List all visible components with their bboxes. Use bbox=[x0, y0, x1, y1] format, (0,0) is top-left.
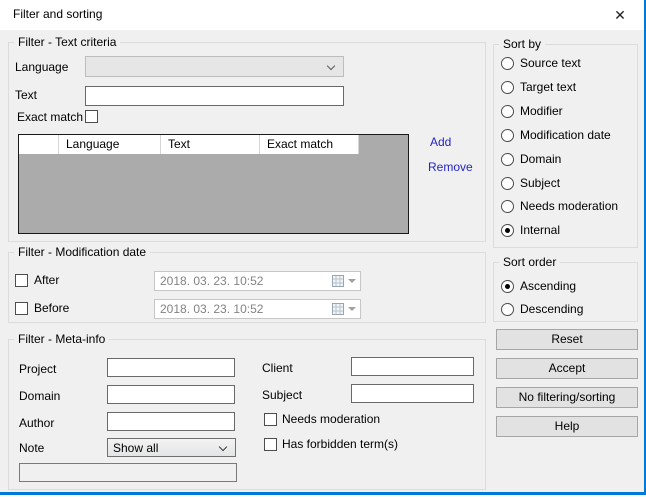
project-label: Project bbox=[19, 362, 56, 377]
radio-circle-icon[interactable] bbox=[501, 200, 514, 213]
dialog-filter-and-sorting: Filter and sorting ✕ Filter - Text crite… bbox=[0, 0, 646, 497]
radio-sort-by-modifier[interactable]: Modifier bbox=[501, 103, 563, 119]
before-date-picker[interactable]: 2018. 03. 23. 10:52 bbox=[154, 299, 361, 319]
after-checkbox[interactable] bbox=[15, 274, 28, 287]
radio-label: Modification date bbox=[520, 128, 611, 142]
radio-label: Needs moderation bbox=[520, 199, 618, 213]
before-label: Before bbox=[34, 301, 69, 316]
window-title: Filter and sorting bbox=[13, 7, 102, 21]
client-label: Client bbox=[262, 361, 293, 376]
radio-label: Descending bbox=[520, 302, 583, 316]
radio-sort-by-source-text[interactable]: Source text bbox=[501, 55, 581, 71]
radio-circle-icon[interactable] bbox=[501, 224, 514, 237]
radio-circle-icon[interactable] bbox=[501, 153, 514, 166]
group-text-criteria-legend: Filter - Text criteria bbox=[14, 35, 120, 50]
radio-circle-icon[interactable] bbox=[501, 177, 514, 190]
radio-sort-by-modification-date[interactable]: Modification date bbox=[501, 127, 611, 143]
radio-sort-by-internal[interactable]: Internal bbox=[501, 222, 560, 238]
radio-circle-icon[interactable] bbox=[501, 105, 514, 118]
after-date-value: 2018. 03. 23. 10:52 bbox=[160, 274, 263, 288]
accept-button[interactable]: Accept bbox=[496, 358, 638, 379]
radio-sort-order-descending[interactable]: Descending bbox=[501, 301, 583, 317]
column-header-language[interactable]: Language bbox=[59, 135, 161, 154]
note-select[interactable]: Show all bbox=[107, 438, 236, 457]
group-sort-order-legend: Sort order bbox=[499, 255, 560, 270]
note-label: Note bbox=[19, 441, 44, 456]
subject-input[interactable] bbox=[351, 384, 474, 403]
reset-button[interactable]: Reset bbox=[496, 329, 638, 350]
author-label: Author bbox=[19, 416, 54, 431]
radio-sort-by-needs-moderation[interactable]: Needs moderation bbox=[501, 198, 618, 214]
radio-sort-by-target-text[interactable]: Target text bbox=[501, 79, 576, 95]
after-date-picker[interactable]: 2018. 03. 23. 10:52 bbox=[154, 271, 361, 291]
radio-label: Ascending bbox=[520, 279, 576, 293]
group-meta-info: Filter - Meta-info Project Domain Author… bbox=[8, 339, 486, 490]
note-select-value: Show all bbox=[113, 441, 158, 455]
exact-match-label: Exact match bbox=[17, 110, 83, 125]
criteria-table[interactable]: LanguageTextExact match bbox=[18, 134, 409, 234]
language-label: Language bbox=[15, 60, 68, 75]
help-button[interactable]: Help bbox=[496, 416, 638, 437]
after-label: After bbox=[34, 273, 59, 288]
has-forbidden-terms-checkbox[interactable] bbox=[264, 438, 277, 451]
radio-label: Subject bbox=[520, 176, 560, 190]
group-modification-date-legend: Filter - Modification date bbox=[14, 245, 150, 260]
radio-sort-by-subject[interactable]: Subject bbox=[501, 175, 560, 191]
author-input[interactable] bbox=[107, 412, 235, 431]
radio-label: Modifier bbox=[520, 104, 563, 118]
radio-label: Source text bbox=[520, 56, 581, 70]
client-input[interactable] bbox=[351, 357, 474, 376]
calendar-icon bbox=[332, 275, 344, 287]
note-text-input bbox=[19, 463, 237, 482]
close-icon[interactable]: ✕ bbox=[606, 4, 634, 26]
radio-label: Domain bbox=[520, 152, 561, 166]
group-sort-by-legend: Sort by bbox=[499, 37, 545, 52]
radio-label: Target text bbox=[520, 80, 576, 94]
group-sort-by: Sort by Source textTarget textModifierMo… bbox=[493, 44, 638, 248]
before-checkbox[interactable] bbox=[15, 302, 28, 315]
project-input[interactable] bbox=[107, 358, 235, 377]
title-bar: Filter and sorting ✕ bbox=[0, 0, 644, 30]
group-sort-order: Sort order AscendingDescending bbox=[493, 262, 638, 322]
language-select[interactable] bbox=[85, 56, 344, 77]
radio-label: Internal bbox=[520, 223, 560, 237]
exact-match-checkbox[interactable] bbox=[85, 110, 98, 123]
group-modification-date: Filter - Modification date After 2018. 0… bbox=[8, 252, 486, 323]
radio-circle-icon[interactable] bbox=[501, 280, 514, 293]
text-input[interactable] bbox=[85, 86, 344, 106]
domain-input[interactable] bbox=[107, 385, 235, 404]
subject-label: Subject bbox=[262, 388, 302, 403]
radio-circle-icon[interactable] bbox=[501, 303, 514, 316]
dropdown-arrow-icon[interactable] bbox=[348, 279, 356, 283]
radio-sort-order-ascending[interactable]: Ascending bbox=[501, 278, 576, 294]
column-header-row-selector[interactable] bbox=[19, 135, 59, 154]
chevron-down-icon bbox=[327, 62, 335, 70]
chevron-down-icon bbox=[219, 443, 227, 451]
needs-moderation-label: Needs moderation bbox=[282, 412, 380, 427]
domain-label: Domain bbox=[19, 389, 60, 404]
has-forbidden-terms-label: Has forbidden term(s) bbox=[282, 437, 398, 452]
radio-sort-by-domain[interactable]: Domain bbox=[501, 151, 561, 167]
calendar-icon bbox=[332, 303, 344, 315]
remove-link[interactable]: Remove bbox=[428, 160, 473, 174]
needs-moderation-checkbox[interactable] bbox=[264, 413, 277, 426]
group-text-criteria: Filter - Text criteria Language Text Exa… bbox=[8, 42, 486, 242]
no-filtering-sorting-button[interactable]: No filtering/sorting bbox=[496, 387, 638, 408]
text-label: Text bbox=[15, 88, 37, 103]
criteria-table-header: LanguageTextExact match bbox=[19, 135, 359, 154]
radio-circle-icon[interactable] bbox=[501, 129, 514, 142]
radio-circle-icon[interactable] bbox=[501, 57, 514, 70]
add-link[interactable]: Add bbox=[430, 135, 451, 149]
column-header-text[interactable]: Text bbox=[161, 135, 260, 154]
column-header-exact-match[interactable]: Exact match bbox=[260, 135, 359, 154]
group-meta-info-legend: Filter - Meta-info bbox=[14, 332, 109, 347]
radio-circle-icon[interactable] bbox=[501, 81, 514, 94]
dropdown-arrow-icon[interactable] bbox=[348, 307, 356, 311]
before-date-value: 2018. 03. 23. 10:52 bbox=[160, 302, 263, 316]
